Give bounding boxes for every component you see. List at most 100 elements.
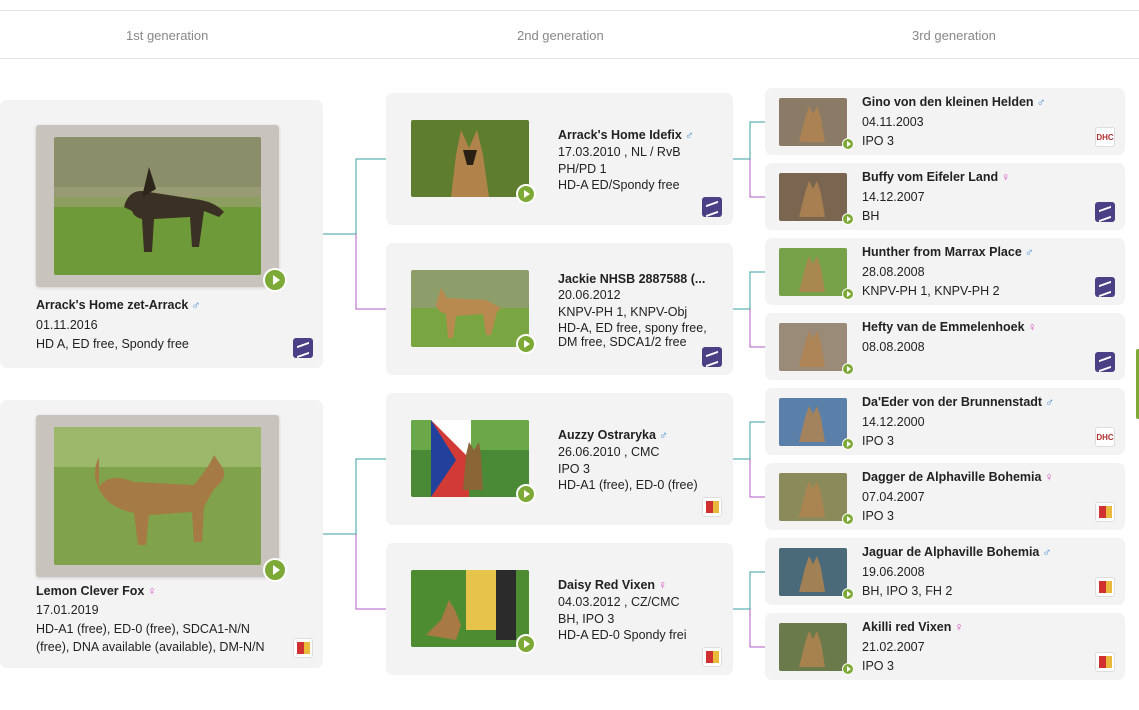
dog-card-gen2[interactable]: Auzzy Ostraryka ♂ 26.06.2010 , CMC IPO 3 …: [386, 393, 733, 525]
dog-card-gen3[interactable]: Jaguar de Alphaville Bohemia ♂ 19.06.2008 B…: [765, 538, 1125, 605]
dog-card-gen3[interactable]: Akilli red Vixen ♀ 21.02.2007 IPO 3: [765, 613, 1125, 680]
dog-name-text[interactable]: Jackie NHSB 2887588 (...: [558, 272, 705, 286]
title-info: IPO 3: [862, 509, 894, 523]
birth-date: 04.11.2003: [862, 115, 924, 129]
dog-name-text[interactable]: Buffy vom Eifeler Land: [862, 170, 998, 184]
health-info: (free), DNA available (available), DM-N/…: [36, 640, 265, 654]
male-icon: ♂: [1045, 395, 1055, 409]
club-badge-icon[interactable]: [1095, 352, 1115, 372]
play-video-button[interactable]: [263, 268, 287, 292]
dog-card-gen3[interactable]: Da'Eder von der Brunnenstadt ♂ 14.12.2000 I…: [765, 388, 1125, 455]
club-badge-icon[interactable]: [293, 638, 313, 658]
dog-name[interactable]: Hefty van de Emmelenhoek ♀: [862, 320, 1037, 334]
dog-name-text[interactable]: Daisy Red Vixen: [558, 578, 655, 592]
dog-card-gen2[interactable]: Arrack's Home Idefix ♂ 17.03.2010 , NL / …: [386, 93, 733, 225]
dog-card-gen3[interactable]: Hunther from Marrax Place ♂ 28.08.2008 KNPV…: [765, 238, 1125, 305]
play-video-button[interactable]: [842, 213, 854, 225]
dog-photo[interactable]: [779, 473, 847, 521]
dog-name-text[interactable]: Hefty van de Emmelenhoek: [862, 320, 1025, 334]
dog-photo[interactable]: [411, 570, 529, 647]
male-icon: ♂: [1036, 95, 1046, 109]
title-info: KNPV-PH 1, KNPV-PH 2: [862, 284, 1000, 298]
birth-date: 08.08.2008: [862, 340, 925, 354]
title-info: IPO 3: [862, 434, 894, 448]
club-badge-icon[interactable]: [702, 347, 722, 367]
dog-card-gen3[interactable]: Gino von den kleinen Helden ♂ 04.11.2003 IP…: [765, 88, 1125, 155]
birth-date: 28.08.2008: [862, 265, 925, 279]
dog-name[interactable]: Jaguar de Alphaville Bohemia ♂: [862, 545, 1051, 559]
play-video-button[interactable]: [263, 558, 287, 582]
dog-name-text[interactable]: Hunther from Marrax Place: [862, 245, 1022, 259]
club-badge-icon[interactable]: [1095, 502, 1115, 522]
dog-photo[interactable]: [779, 398, 847, 446]
club-badge-icon[interactable]: [702, 497, 722, 517]
dog-card-gen3[interactable]: Dagger de Alphaville Bohemia ♀ 07.04.2007 I…: [765, 463, 1125, 530]
dog-name-text[interactable]: Akilli red Vixen: [862, 620, 951, 634]
play-video-button[interactable]: [842, 438, 854, 450]
dog-name[interactable]: Hunther from Marrax Place ♂: [862, 245, 1034, 259]
club-badge-icon[interactable]: [1095, 577, 1115, 597]
dog-photo[interactable]: [779, 173, 847, 221]
dog-photo[interactable]: [411, 270, 529, 347]
club-badge-icon[interactable]: [702, 197, 722, 217]
dog-name-text[interactable]: Lemon Clever Fox: [36, 584, 144, 598]
play-video-button[interactable]: [842, 288, 854, 300]
club-badge-icon[interactable]: [1095, 652, 1115, 672]
dog-name-text[interactable]: Da'Eder von der Brunnenstadt: [862, 395, 1042, 409]
dog-name[interactable]: Dagger de Alphaville Bohemia ♀: [862, 470, 1053, 484]
dog-photo[interactable]: [779, 548, 847, 596]
play-video-button[interactable]: [516, 484, 536, 504]
club-badge-icon[interactable]: [293, 338, 313, 358]
dog-card-gen3[interactable]: Buffy vom Eifeler Land ♀ 14.12.2007 BH: [765, 163, 1125, 230]
birth-date: 21.02.2007: [862, 640, 925, 654]
dog-card-gen2[interactable]: Jackie NHSB 2887588 (... 20.06.2012 KNPV…: [386, 243, 733, 375]
club-badge-text: DHC: [1096, 132, 1114, 142]
female-icon: ♀: [1044, 470, 1054, 484]
birth-date: 17.01.2019: [36, 603, 99, 617]
dog-name[interactable]: Akilli red Vixen ♀: [862, 620, 963, 634]
club-badge-text: DHC: [1096, 432, 1114, 442]
play-video-button[interactable]: [842, 138, 854, 150]
play-video-button[interactable]: [516, 634, 536, 654]
dog-card-gen2[interactable]: Daisy Red Vixen ♀ 04.03.2012 , CZ/CMC BH,…: [386, 543, 733, 675]
dog-photo[interactable]: [779, 323, 847, 371]
dog-name-text[interactable]: Auzzy Ostraryka: [558, 428, 656, 442]
dog-name[interactable]: Arrack's Home zet-Arrack ♂: [36, 298, 200, 312]
dog-name-text[interactable]: Gino von den kleinen Helden: [862, 95, 1034, 109]
dog-photo[interactable]: [411, 420, 529, 497]
dog-name[interactable]: Lemon Clever Fox ♀: [36, 584, 156, 598]
dog-name[interactable]: Auzzy Ostraryka ♂: [558, 428, 668, 442]
dog-name[interactable]: Da'Eder von der Brunnenstadt ♂: [862, 395, 1054, 409]
dog-card-gen3[interactable]: Hefty van de Emmelenhoek ♀ 08.08.2008: [765, 313, 1125, 380]
female-icon: ♀: [147, 584, 157, 598]
dog-name-text[interactable]: Arrack's Home zet-Arrack: [36, 298, 188, 312]
club-badge-icon[interactable]: [1095, 202, 1115, 222]
dog-photo[interactable]: [779, 248, 847, 296]
play-video-button[interactable]: [842, 363, 854, 375]
dog-name[interactable]: Arrack's Home Idefix ♂: [558, 128, 694, 142]
dog-name[interactable]: Buffy vom Eifeler Land ♀: [862, 170, 1010, 184]
dog-name-text[interactable]: Dagger de Alphaville Bohemia: [862, 470, 1041, 484]
dog-card-gen1-dam[interactable]: Lemon Clever Fox ♀ 17.01.2019 HD-A1 (free…: [0, 400, 323, 668]
club-badge-icon[interactable]: [702, 647, 722, 667]
club-badge-icon[interactable]: DHC: [1095, 127, 1115, 147]
dog-photo[interactable]: [779, 623, 847, 671]
play-video-button[interactable]: [842, 663, 854, 675]
play-video-button[interactable]: [842, 513, 854, 525]
dog-photo[interactable]: [779, 98, 847, 146]
play-video-button[interactable]: [516, 334, 536, 354]
play-video-button[interactable]: [842, 588, 854, 600]
club-badge-icon[interactable]: [1095, 277, 1115, 297]
dog-photo[interactable]: [36, 415, 279, 577]
dog-name-text[interactable]: Arrack's Home Idefix: [558, 128, 682, 142]
club-badge-icon[interactable]: DHC: [1095, 427, 1115, 447]
play-video-button[interactable]: [516, 184, 536, 204]
birth-date: 19.06.2008: [862, 565, 925, 579]
dog-photo[interactable]: [36, 125, 279, 287]
dog-name[interactable]: Jackie NHSB 2887588 (...: [558, 272, 705, 286]
dog-name-text[interactable]: Jaguar de Alphaville Bohemia: [862, 545, 1039, 559]
dog-name[interactable]: Gino von den kleinen Helden ♂: [862, 95, 1046, 109]
dog-card-gen1-sire[interactable]: Arrack's Home zet-Arrack ♂ 01.11.2016 HD …: [0, 100, 323, 368]
dog-photo[interactable]: [411, 120, 529, 197]
dog-name[interactable]: Daisy Red Vixen ♀: [558, 578, 667, 592]
